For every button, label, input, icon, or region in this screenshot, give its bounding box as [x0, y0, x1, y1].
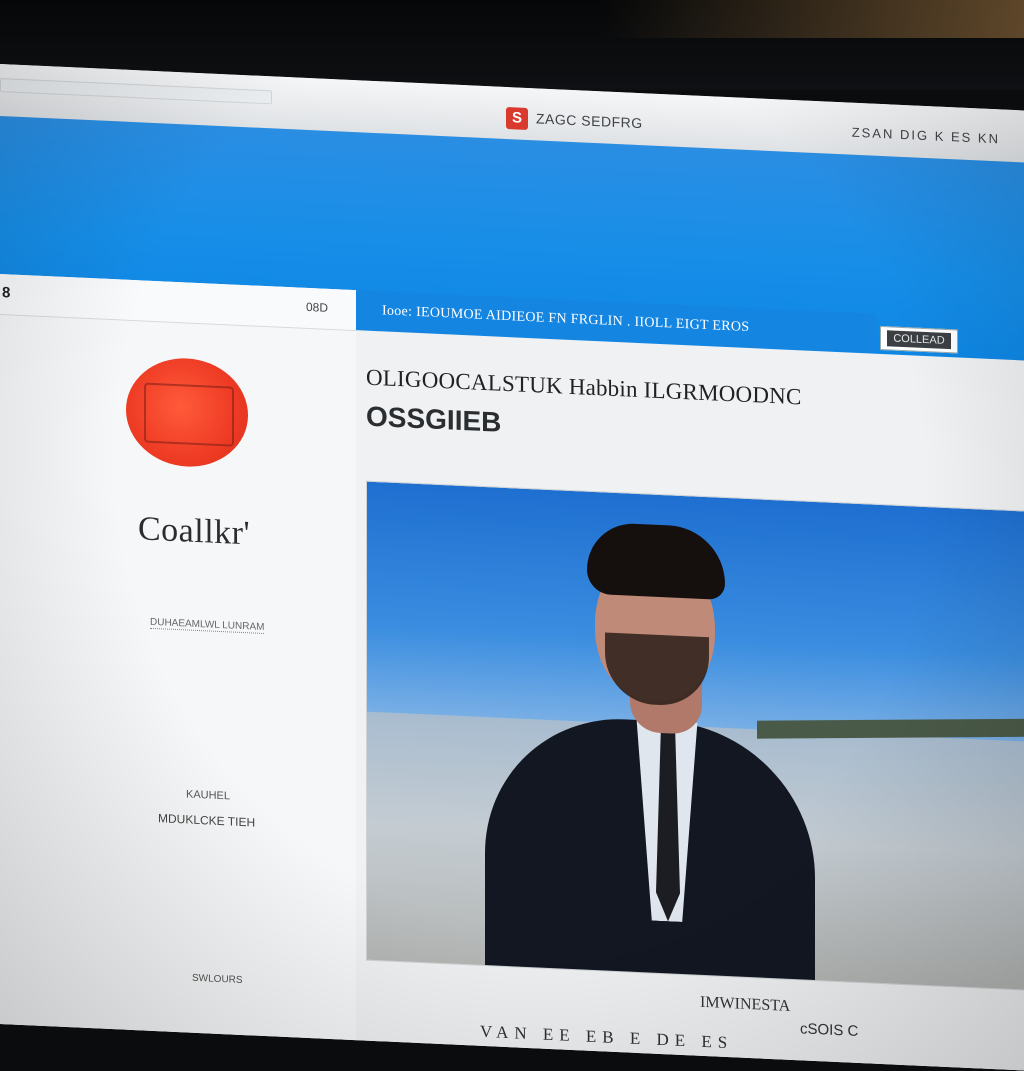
- photo-shore: [757, 718, 1024, 739]
- article-photo: [366, 480, 1024, 991]
- nav-button-label: COLLEAD: [887, 330, 951, 350]
- sidebar-footer-text: SWLOURS: [192, 972, 243, 987]
- browser-title: ZAGC SEDFRG: [536, 110, 643, 132]
- logo-mark-icon: [144, 382, 234, 447]
- browser-controls[interactable]: ZSAN DIG K ES KN: [852, 125, 1000, 147]
- site-name: Coallkr': [138, 510, 251, 553]
- background-wall: [604, 0, 1024, 38]
- article-subheadline: OSSGIIEB: [366, 400, 502, 438]
- screen: S ZAGC SEDFRG ZSAN DIG K ES KN 8 08D Ioo…: [0, 64, 1024, 1071]
- sidebar-small-icon[interactable]: 08D: [306, 300, 328, 315]
- nav-button[interactable]: COLLEAD: [880, 325, 958, 354]
- sidebar-corner-label: 8: [2, 284, 11, 302]
- nav-links[interactable]: Iooe: IEOUMOE AIDIEOE FN FRGLIN . IIOLL …: [382, 303, 749, 336]
- sidebar-meta-label: KAUHEL: [186, 788, 231, 803]
- footer-note: cSOIS C: [800, 1020, 859, 1040]
- address-bar[interactable]: [0, 78, 272, 105]
- site-favicon-icon: S: [506, 106, 528, 130]
